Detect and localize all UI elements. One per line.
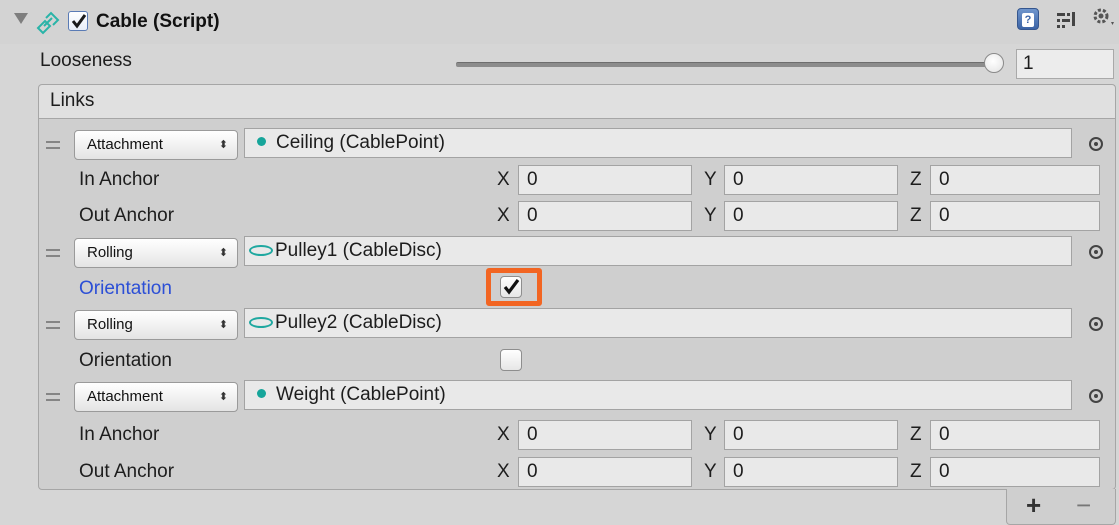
drag-handle-icon[interactable] [46,249,60,257]
dropdown-arrow-icon: ⬍ [218,247,228,259]
link-type-label: Rolling [87,316,133,333]
object-picker-icon[interactable] [1089,317,1103,331]
script-icon [34,8,62,36]
link-object-field[interactable]: Weight (CablePoint) [244,380,1072,410]
axis-y-label: Y [704,205,717,226]
in-anchor-x-field[interactable]: 0 [518,420,692,450]
in-anchor-z-field[interactable]: 0 [930,165,1100,195]
drag-handle-icon[interactable] [46,393,60,401]
component-title: Cable (Script) [96,11,220,32]
link-object-label: Weight (CablePoint) [276,384,446,405]
axis-x-label: X [497,424,510,445]
orientation-checkbox[interactable] [500,276,522,298]
link-object-field[interactable]: Pulley2 (CableDisc) [244,308,1072,338]
links-title: Links [50,90,95,111]
axis-x-label: X [497,169,510,190]
link-type-dropdown[interactable]: Rolling ⬍ [74,310,238,340]
axis-z-label: Z [910,205,922,226]
out-anchor-y-field[interactable]: 0 [724,457,898,487]
axis-y-label: Y [704,461,717,482]
gear-icon[interactable] [1088,4,1118,34]
in-anchor-y-field[interactable]: 0 [724,165,898,195]
axis-z-label: Z [910,424,922,445]
remove-link-button[interactable]: − [1076,492,1091,518]
object-picker-icon[interactable] [1089,389,1103,403]
orientation-checkbox[interactable] [500,349,522,371]
foldout-arrow-icon[interactable] [14,13,28,24]
in-anchor-y-field[interactable]: 0 [724,420,898,450]
list-footer [1006,489,1116,525]
link-object-field[interactable]: Ceiling (CablePoint) [244,128,1072,158]
drag-handle-icon[interactable] [46,321,60,329]
in-anchor-label: In Anchor [79,424,160,445]
axis-y-label: Y [704,169,717,190]
object-picker-icon[interactable] [1089,245,1103,259]
help-icon[interactable]: ? [1017,8,1039,30]
out-anchor-x-field[interactable]: 0 [518,457,692,487]
help-glyph: ? [1022,13,1034,27]
add-link-button[interactable]: + [1026,492,1041,518]
dropdown-arrow-icon: ⬍ [218,391,228,403]
cable-point-dot-icon [257,389,266,398]
out-anchor-x-field[interactable]: 0 [518,201,692,231]
axis-x-label: X [497,205,510,226]
looseness-slider-thumb[interactable] [984,53,1004,73]
link-object-label: Ceiling (CablePoint) [276,132,445,153]
link-type-dropdown[interactable]: Attachment ⬍ [74,382,238,412]
in-anchor-label: In Anchor [79,169,160,190]
looseness-field[interactable]: 1 [1016,49,1114,79]
link-object-field[interactable]: Pulley1 (CableDisc) [244,236,1072,266]
link-object-label: Pulley2 (CableDisc) [275,312,442,333]
link-type-dropdown[interactable]: Attachment ⬍ [74,130,238,160]
out-anchor-label: Out Anchor [79,461,175,482]
cable-point-dot-icon [257,137,266,146]
links-list-header [38,84,1116,118]
orientation-label: Orientation [79,278,172,299]
cable-disc-icon [249,317,273,328]
axis-x-label: X [497,461,510,482]
preset-icon[interactable] [1054,8,1078,32]
link-type-label: Rolling [87,244,133,261]
component-enabled-checkbox[interactable] [68,11,88,31]
out-anchor-label: Out Anchor [79,205,175,226]
out-anchor-z-field[interactable]: 0 [930,457,1100,487]
out-anchor-z-field[interactable]: 0 [930,201,1100,231]
link-type-label: Attachment [87,388,163,405]
axis-z-label: Z [910,461,922,482]
object-picker-icon[interactable] [1089,137,1103,151]
link-object-label: Pulley1 (CableDisc) [275,240,442,261]
axis-z-label: Z [910,169,922,190]
looseness-slider-track[interactable] [456,62,992,67]
dropdown-arrow-icon: ⬍ [218,319,228,331]
orientation-label: Orientation [79,350,172,371]
out-anchor-y-field[interactable]: 0 [724,201,898,231]
in-anchor-z-field[interactable]: 0 [930,420,1100,450]
axis-y-label: Y [704,424,717,445]
in-anchor-x-field[interactable]: 0 [518,165,692,195]
link-type-label: Attachment [87,136,163,153]
dropdown-arrow-icon: ⬍ [218,139,228,151]
drag-handle-icon[interactable] [46,141,60,149]
link-type-dropdown[interactable]: Rolling ⬍ [74,238,238,268]
looseness-label: Looseness [40,50,132,71]
cable-disc-icon [249,245,273,256]
